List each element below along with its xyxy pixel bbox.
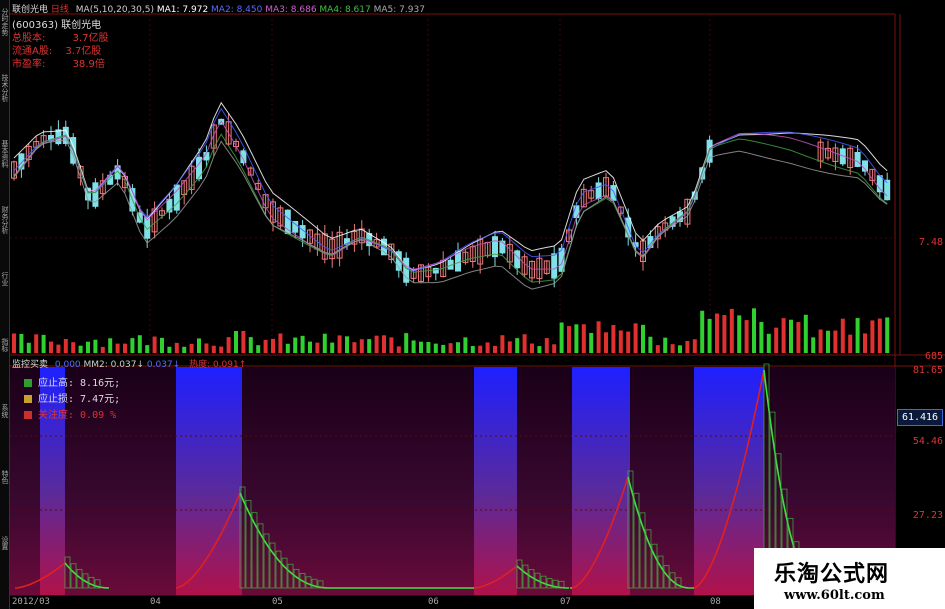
date-label: 06	[428, 597, 439, 607]
ma5-value: MA5: 7.937	[373, 5, 425, 15]
period-label[interactable]: 日线	[51, 5, 69, 15]
indicator-v3: 0.037↓	[146, 360, 181, 370]
date-label: 08	[710, 597, 721, 607]
pe-line: 市盈率: 38.9倍	[12, 55, 105, 70]
watermark-logo: 乐淘公式网 www.60lt.com	[754, 548, 945, 609]
watermark-title: 乐淘公式网	[774, 561, 890, 587]
legend-swatch	[24, 395, 32, 403]
legend-item-stop: 应止损: 7.47元;	[24, 390, 120, 405]
date-label: 05	[272, 597, 283, 607]
indicator-axis-low: 27.23	[912, 510, 943, 521]
legend-swatch	[24, 411, 32, 419]
left-tab-1[interactable]: 技术分析	[0, 74, 9, 114]
chart-canvas	[10, 13, 945, 596]
left-tab-0[interactable]: 分时走势	[0, 8, 9, 48]
ma2-value: MA2: 8.450	[211, 5, 263, 15]
price-chart-header: 联创光电 日线 MA(5,10,20,30,5) MA1: 7.972 MA2:…	[12, 2, 425, 15]
indicator-axis-top: 81.65	[912, 365, 943, 376]
pe-value: 38.9倍	[72, 59, 105, 70]
ma1-value: MA1: 7.972	[156, 5, 209, 15]
pe-label: 市盈率:	[12, 59, 46, 70]
ma4-value: MA4: 8.617	[319, 5, 371, 15]
indicator-name[interactable]: 监控买卖	[12, 360, 48, 370]
indicator-axis-mid: 54.46	[912, 436, 943, 447]
legend-item-high: 应止高: 8.16元;	[24, 374, 120, 389]
left-tab-2[interactable]: 基本资料	[0, 140, 9, 180]
legend-label: 应止损: 7.47元;	[38, 394, 121, 405]
left-tab-5[interactable]: 指标	[0, 338, 9, 378]
left-tab-3[interactable]: 财务分析	[0, 206, 9, 246]
indicator-v2: MM2: 0.037↓	[83, 360, 144, 370]
date-label: 04	[150, 597, 161, 607]
ma3-value: MA3: 8.686	[265, 5, 317, 15]
legend-item-attention: 关注度: 0.09 %	[24, 406, 116, 421]
indicator-current-value: 61.416	[897, 409, 943, 426]
indicator-v4: 热度: 0.091↑	[189, 360, 247, 370]
indicator-header: 监控买卖 0.000 MM2: 0.037↓ 0.037↓ 热度: 0.091↑	[12, 357, 246, 370]
left-tab-8[interactable]: 设置	[0, 536, 9, 576]
legend-label: 应止高: 8.16元;	[38, 378, 121, 389]
volume-axis-label: 685	[924, 351, 943, 362]
date-label: 2012/03	[12, 597, 50, 607]
ma-params: MA(5,10,20,30,5)	[75, 5, 154, 15]
legend-swatch	[24, 379, 32, 387]
price-axis-label: 7.48	[918, 237, 943, 248]
stock-name: 联创光电	[12, 5, 49, 15]
legend-label: 关注度: 0.09 %	[38, 410, 117, 421]
left-tab-7[interactable]: 特色	[0, 470, 9, 510]
indicator-v1: 0.000	[54, 360, 81, 370]
left-tab-4[interactable]: 行业	[0, 272, 9, 312]
date-label: 07	[560, 597, 571, 607]
left-tab-6[interactable]: 系统	[0, 404, 9, 444]
watermark-url: www.60lt.com	[784, 588, 885, 603]
